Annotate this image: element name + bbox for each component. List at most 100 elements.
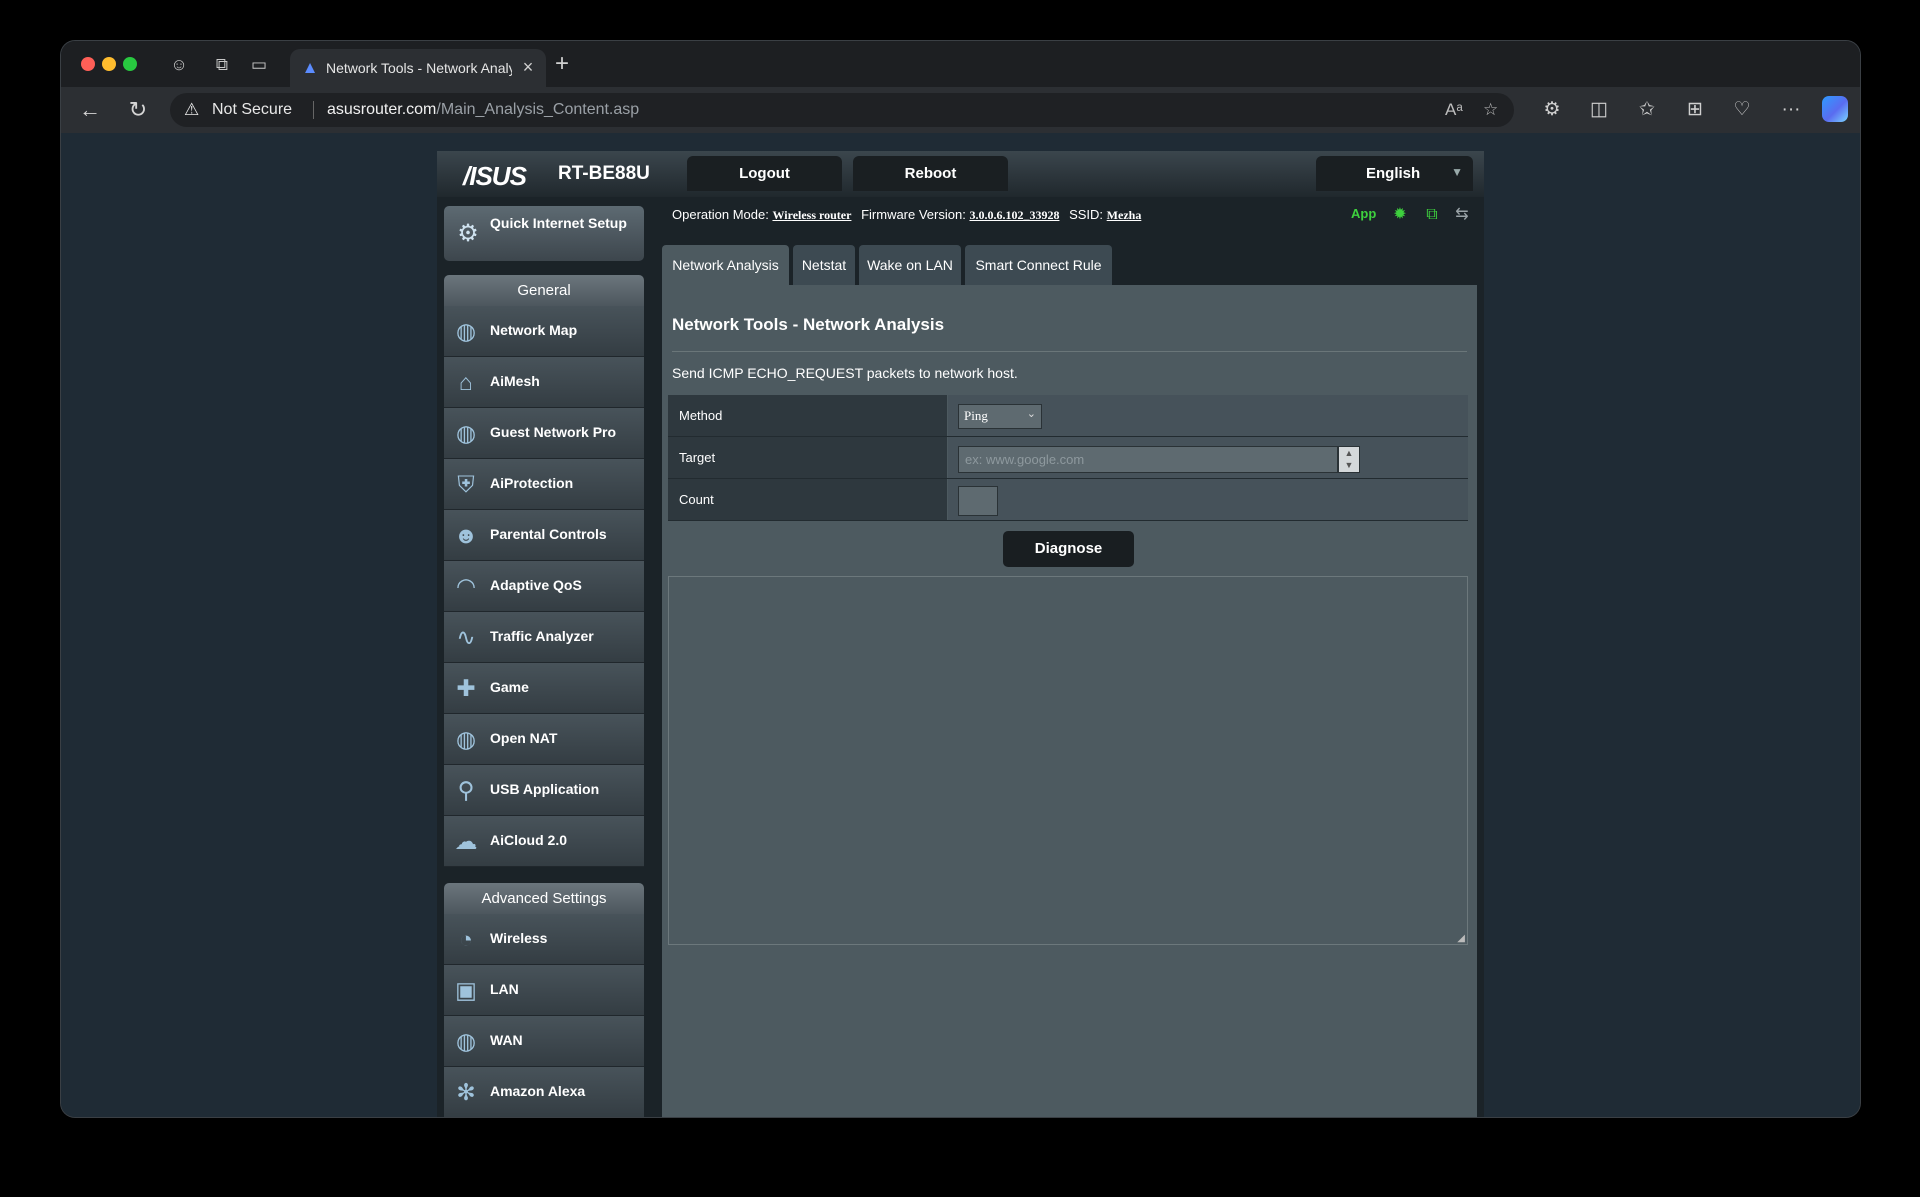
sidebar-item-wireless[interactable]: ◔ Wireless <box>444 914 644 965</box>
diagnose-output-textarea[interactable]: ◢ <box>668 576 1468 945</box>
target-input[interactable]: ex: www.google.com <box>958 446 1338 473</box>
sidebar-item-label: LAN <box>490 981 519 997</box>
sidebar-item-network-map[interactable]: ◍ Network Map <box>444 306 644 357</box>
target-value-cell: ex: www.google.com ▲ ▼ <box>948 437 1468 478</box>
close-window-button[interactable] <box>81 57 95 71</box>
speedometer-icon: ◠ <box>455 573 477 599</box>
usb-status-icon[interactable]: ⇆ <box>1452 205 1472 225</box>
pulse-chart-icon: ∿ <box>456 624 476 650</box>
maximize-window-button[interactable] <box>123 57 137 71</box>
minimize-window-button[interactable] <box>102 57 116 71</box>
method-select[interactable]: Ping ⌄ <box>958 404 1042 429</box>
sidebar-item-amazon-alexa[interactable]: ✻ Amazon Alexa <box>444 1067 644 1117</box>
firmware-link[interactable]: 3.0.0.6.102_33928 <box>969 208 1059 222</box>
guest-network-icon: ◍ <box>455 420 477 446</box>
warning-icon[interactable]: ⚠ <box>184 100 199 120</box>
op-mode-link[interactable]: Wireless router <box>772 208 851 222</box>
copilot-icon[interactable] <box>1822 96 1848 122</box>
sidebar-item-aiprotection[interactable]: ⛨ AiProtection <box>444 459 644 510</box>
sidebar-item-aicloud[interactable]: ☁ AiCloud 2.0 <box>444 816 644 867</box>
resize-grip-icon[interactable]: ◢ <box>1457 933 1465 944</box>
nav-bar: ← ↻ ⚠ Not Secure asusrouter.com/Main_Ana… <box>61 87 1860 133</box>
back-arrow-icon[interactable]: ← <box>78 98 102 122</box>
shield-lock-icon: ⛨ <box>457 471 475 497</box>
sidebar-item-game[interactable]: ✚ Game <box>444 663 644 714</box>
sidebar-item-label: AiCloud 2.0 <box>490 832 568 848</box>
browser-essentials-icon[interactable]: ♡ <box>1729 98 1755 122</box>
tab-actions-icon[interactable]: ▭ <box>248 54 270 76</box>
app-link[interactable]: App <box>1351 206 1376 221</box>
favorite-star-icon[interactable]: ☆ <box>1483 100 1498 120</box>
url-text[interactable]: asusrouter.com/Main_Analysis_Content.asp <box>327 101 639 119</box>
globe-gamepad-icon: ◍ <box>455 726 477 752</box>
more-menu-icon[interactable]: ··· <box>1778 98 1804 122</box>
main-content: Network Tools - Network Analysis Send IC… <box>662 285 1477 1117</box>
favorites-icon[interactable]: ✩ <box>1634 98 1660 122</box>
refresh-icon[interactable]: ↻ <box>126 98 150 122</box>
read-aloud-icon[interactable]: Aᵃ <box>1445 100 1463 120</box>
address-bar[interactable]: ⚠ Not Secure asusrouter.com/Main_Analysi… <box>170 93 1514 127</box>
tab-network-analysis[interactable]: Network Analysis <box>662 245 789 285</box>
count-input[interactable] <box>958 486 998 516</box>
tab-wake-on-lan[interactable]: Wake on LAN <box>859 245 961 285</box>
sidebar-item-aimesh[interactable]: ⌂ AiMesh <box>444 357 644 408</box>
sidebar-item-usb-application[interactable]: ⚲ USB Application <box>444 765 644 816</box>
sidebar-item-label: AiProtection <box>490 475 574 491</box>
sidebar-item-adaptive-qos[interactable]: ◠ Adaptive QoS <box>444 561 644 612</box>
reboot-button[interactable]: Reboot <box>853 156 1008 191</box>
devices-icon[interactable]: ⧉ <box>1422 205 1442 225</box>
firmware-label: Firmware Version: <box>861 207 966 222</box>
logout-button[interactable]: Logout <box>687 156 842 191</box>
split-screen-icon[interactable]: ◫ <box>1586 98 1612 122</box>
collections-icon[interactable]: ⊞ <box>1682 98 1708 122</box>
method-label-cell: Method <box>668 395 947 436</box>
count-label: Count <box>679 492 714 507</box>
router-admin-panel: /ISUS RT-BE88U Logout Reboot English ▼ ⚙… <box>437 151 1484 1117</box>
method-value-cell: Ping ⌄ <box>948 395 1468 436</box>
settings-gear-icon[interactable]: ✹ <box>1390 205 1410 225</box>
sidebar-item-open-nat[interactable]: ◍ Open NAT <box>444 714 644 765</box>
target-label: Target <box>679 450 716 465</box>
target-history-dropdown[interactable]: ▲ ▼ <box>1338 446 1360 473</box>
sidebar-item-label: Game <box>490 679 529 695</box>
title-divider <box>672 351 1467 352</box>
gamepad-icon: ✚ <box>456 675 476 701</box>
close-tab-icon[interactable]: × <box>518 57 538 78</box>
sidebar-item-label: Open NAT <box>490 730 558 746</box>
alexa-icon: ✻ <box>456 1079 476 1105</box>
tab-title: Network Tools - Network Analy <box>326 60 512 76</box>
sidebar-item-traffic-analyzer[interactable]: ∿ Traffic Analyzer <box>444 612 644 663</box>
sidebar-item-label: Wireless <box>490 930 548 946</box>
url-host: asusrouter.com <box>327 101 437 118</box>
sidebar-item-parental-controls[interactable]: ☻ Parental Controls <box>444 510 644 561</box>
security-label[interactable]: Not Secure <box>212 101 292 119</box>
tab-smart-connect-rule[interactable]: Smart Connect Rule <box>965 245 1112 285</box>
page-description: Send ICMP ECHO_REQUEST packets to networ… <box>672 365 1018 381</box>
diagnose-button[interactable]: Diagnose <box>1003 531 1134 567</box>
sidebar-item-wan[interactable]: ◍ WAN <box>444 1016 644 1067</box>
sidebar-item-label: Traffic Analyzer <box>490 628 594 644</box>
tab-netstat[interactable]: Netstat <box>793 245 855 285</box>
asus-favicon-icon: ▲ <box>301 58 319 77</box>
tab-bar: ☺ ⧉ ▭ ▲ Network Tools - Network Analy × … <box>61 41 1860 87</box>
url-path: /Main_Analysis_Content.asp <box>436 101 640 118</box>
ssid-link[interactable]: Mezha <box>1107 208 1142 222</box>
language-value: English <box>1366 165 1421 182</box>
workspaces-icon[interactable]: ⧉ <box>211 54 233 76</box>
ssid-label: SSID: <box>1069 207 1104 222</box>
qis-label: Quick Internet Setup <box>490 215 627 231</box>
profile-avatar-icon[interactable]: ☺ <box>168 54 190 76</box>
target-row: Target ex: www.google.com ▲ ▼ <box>668 437 1468 479</box>
sidebar-item-guest-network-pro[interactable]: ◍ Guest Network Pro <box>444 408 644 459</box>
new-tab-button[interactable]: + <box>555 52 569 76</box>
quick-internet-setup-button[interactable]: ⚙ Quick Internet Setup <box>444 206 644 261</box>
advanced-settings-header: Advanced Settings <box>444 883 644 914</box>
router-model: RT-BE88U <box>558 163 650 184</box>
sidebar-item-lan[interactable]: ▣ LAN <box>444 965 644 1016</box>
extensions-icon[interactable]: ⚙ <box>1539 98 1565 122</box>
tab-network-tools[interactable]: ▲ Network Tools - Network Analy × <box>290 49 546 87</box>
wizard-gear-icon: ⚙ <box>457 220 479 247</box>
language-select[interactable]: English ▼ <box>1316 156 1473 191</box>
lan-monitor-icon: ▣ <box>455 977 477 1003</box>
page-viewport: /ISUS RT-BE88U Logout Reboot English ▼ ⚙… <box>61 133 1860 1117</box>
